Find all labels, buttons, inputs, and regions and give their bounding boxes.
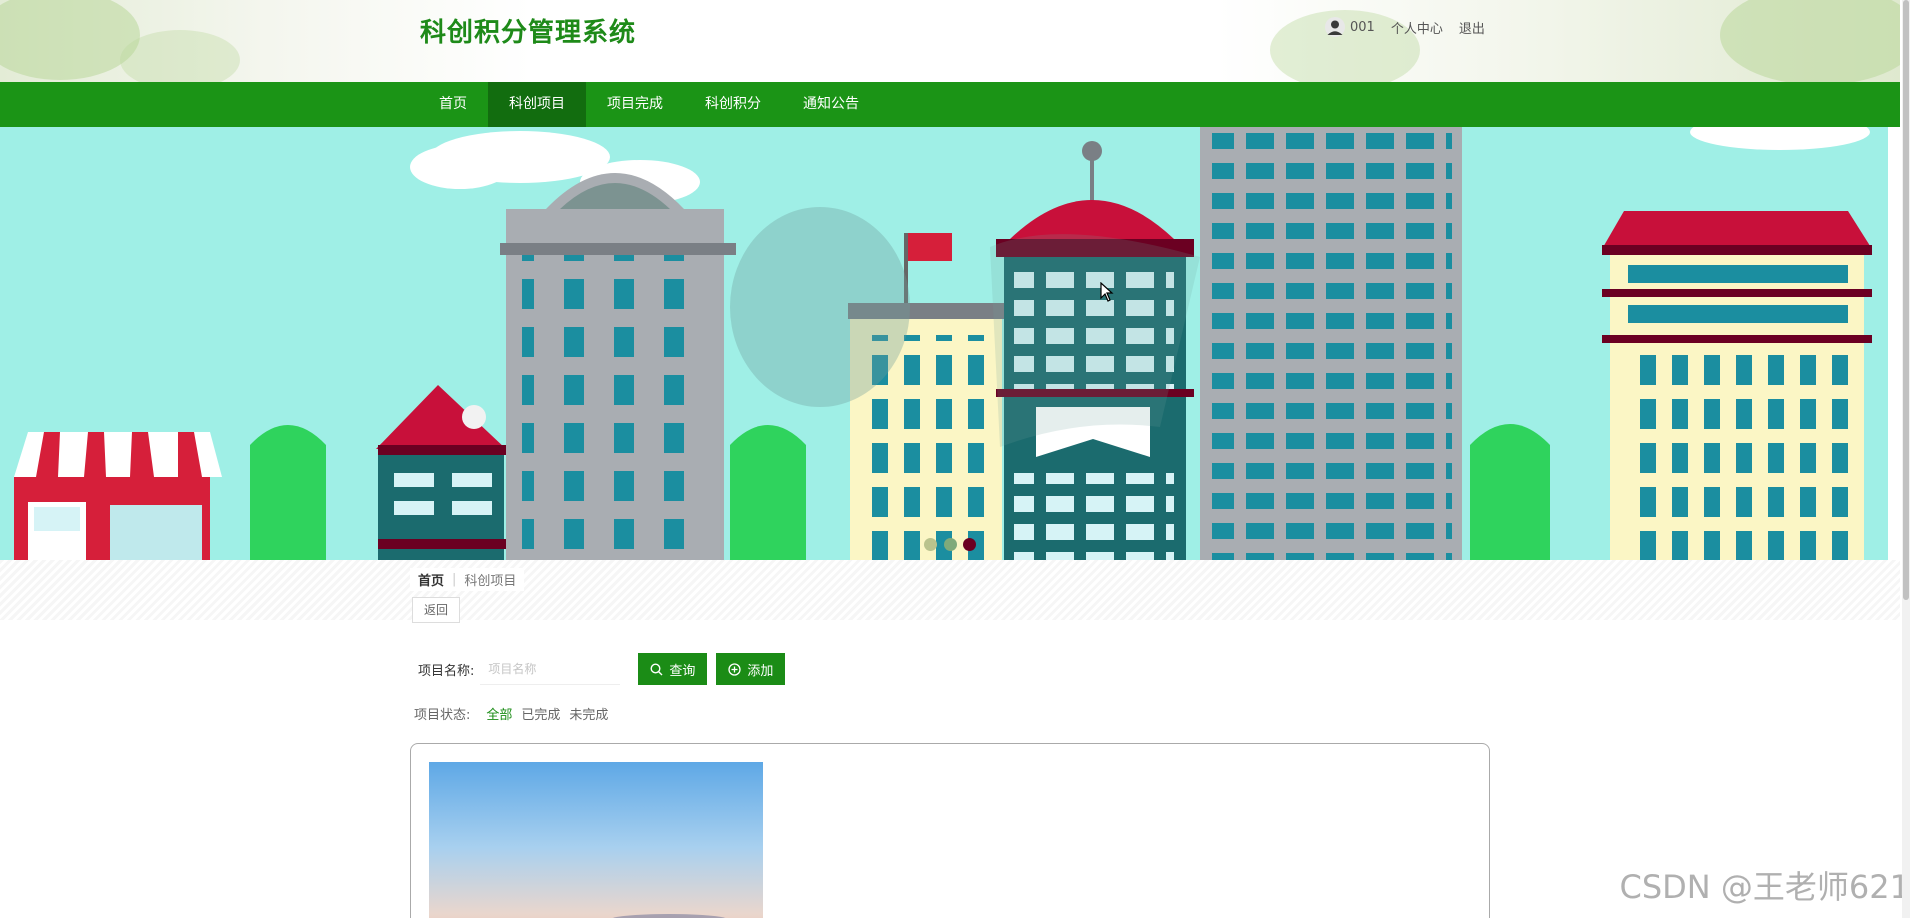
mouse-cursor-icon <box>1100 282 1114 302</box>
nav-item-projects[interactable]: 科创项目 <box>488 82 586 127</box>
project-thumbnail-image <box>429 762 763 918</box>
add-circle-icon <box>728 662 742 676</box>
carousel-dot-3[interactable] <box>963 538 976 551</box>
breadcrumb-strip <box>0 560 1900 620</box>
search-form: 项目名称: 查询 添加 <box>418 653 786 685</box>
carousel-dot-2[interactable] <box>944 538 957 551</box>
page-scrollbar[interactable] <box>1902 0 1910 918</box>
username: 001 <box>1350 19 1375 35</box>
nav-item-points[interactable]: 科创积分 <box>684 82 782 127</box>
breadcrumb-current: 科创项目 <box>464 574 517 589</box>
breadcrumb: 首页 | 科创项目 <box>410 568 525 591</box>
breadcrumb-home[interactable]: 首页 <box>418 570 444 589</box>
scrollbar-thumb[interactable] <box>1903 0 1909 600</box>
decorative-foliage <box>120 30 240 82</box>
status-option-incomplete[interactable]: 未完成 <box>569 704 608 723</box>
breadcrumb-separator: | <box>452 572 457 587</box>
project-name-input[interactable] <box>480 653 621 685</box>
decorative-foliage <box>1720 0 1900 82</box>
project-name-label: 项目名称: <box>418 663 475 679</box>
status-filter: 项目状态: 全部 已完成 未完成 <box>414 704 617 723</box>
user-avatar-icon <box>1325 17 1345 37</box>
add-button[interactable]: 添加 <box>716 653 786 685</box>
nav-item-project-completion[interactable]: 项目完成 <box>586 82 684 127</box>
add-button-label: 添加 <box>747 663 774 679</box>
banner-city-illustration <box>0 127 1888 560</box>
query-button[interactable]: 查询 <box>638 653 708 685</box>
project-thumbnail[interactable] <box>429 762 763 918</box>
query-button-label: 查询 <box>669 663 696 679</box>
status-option-completed[interactable]: 已完成 <box>521 704 560 723</box>
top-header: 科创积分管理系统 001 个人中心 退出 <box>0 0 1900 82</box>
carousel-dot-1[interactable] <box>924 538 937 551</box>
main-nav: 首页 科创项目 项目完成 科创积分 通知公告 <box>0 82 1900 127</box>
nav-item-announcements[interactable]: 通知公告 <box>782 82 880 127</box>
back-button[interactable]: 返回 <box>412 597 460 623</box>
search-icon <box>650 662 663 675</box>
profile-link[interactable]: 个人中心 <box>1391 18 1443 37</box>
user-area: 001 个人中心 退出 <box>1325 17 1501 37</box>
banner-carousel[interactable] <box>0 127 1888 560</box>
logout-link[interactable]: 退出 <box>1459 18 1485 37</box>
status-filter-label: 项目状态: <box>414 708 471 723</box>
site-title: 科创积分管理系统 <box>420 18 637 48</box>
csdn-watermark: CSDN @王老师621 <box>1619 868 1910 906</box>
project-card[interactable] <box>410 743 1490 918</box>
status-option-all[interactable]: 全部 <box>486 704 512 723</box>
decorative-foliage <box>0 0 140 80</box>
nav-item-home[interactable]: 首页 <box>418 82 488 127</box>
